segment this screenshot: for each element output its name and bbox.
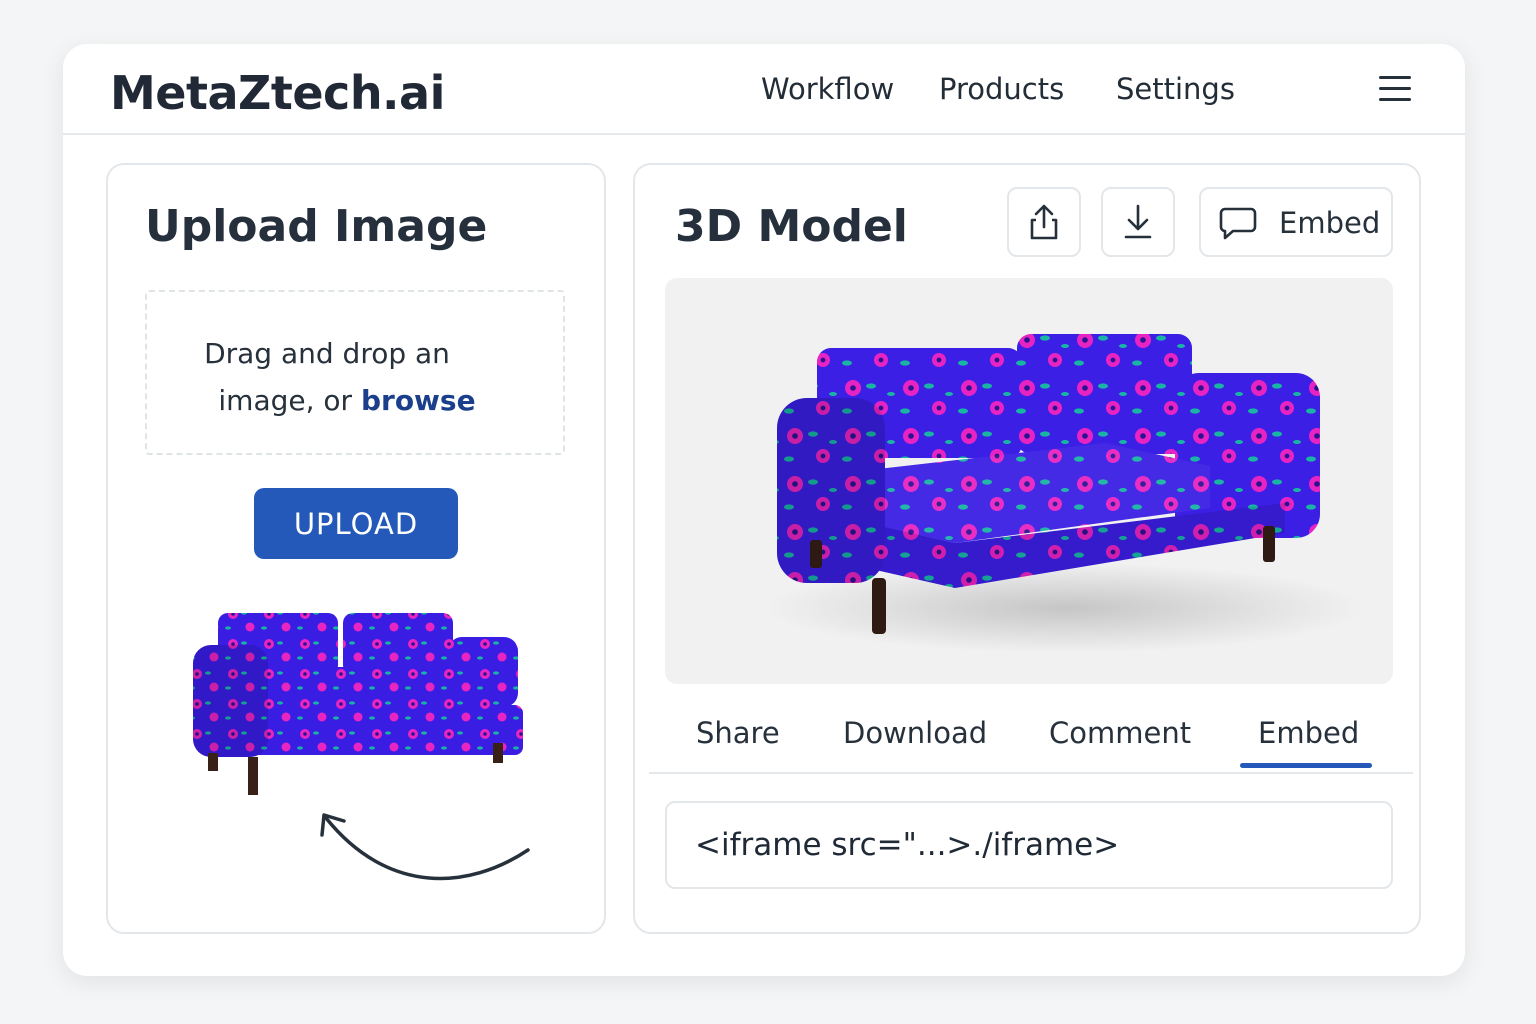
logo[interactable]: MetaZtech.ai [110, 66, 445, 120]
tab-share[interactable]: Share [696, 716, 780, 750]
embed-code-field[interactable]: <iframe src="...>./iframe> [665, 801, 1393, 889]
dropzone[interactable]: Drag and drop an image, or browse [145, 290, 565, 455]
share-icon [1030, 204, 1058, 240]
download-icon [1124, 204, 1152, 239]
upload-button[interactable]: UPLOAD [254, 488, 458, 559]
top-navbar: MetaZtech.ai Workflow Products Settings [63, 44, 1465, 135]
download-button[interactable] [1101, 187, 1175, 257]
embed-button[interactable]: Embed [1199, 187, 1393, 257]
tab-download[interactable]: Download [843, 716, 987, 750]
embed-code-text: <iframe src="...>./iframe> [695, 827, 1120, 863]
browse-link[interactable]: browse [361, 384, 476, 417]
active-tab-indicator [1240, 763, 1372, 768]
embed-button-label: Embed [1279, 206, 1381, 240]
tab-comment[interactable]: Comment [1049, 716, 1191, 750]
nav-workflow[interactable]: Workflow [761, 72, 894, 106]
dropzone-text-2: image, or browse [147, 377, 547, 424]
model-panel: 3D Model Embed Share Download Comment Em… [633, 163, 1421, 934]
action-tabs: Share Download Comment Embed [649, 710, 1413, 774]
sofa-thumbnail-image [193, 613, 523, 795]
upload-panel-title: Upload Image [145, 201, 488, 252]
dropzone-text: Drag and drop an [204, 337, 450, 370]
comment-icon [1219, 207, 1257, 240]
nav-settings[interactable]: Settings [1116, 72, 1235, 106]
nav-products[interactable]: Products [939, 72, 1064, 106]
hamburger-menu-icon[interactable] [1375, 74, 1415, 104]
dropzone-text-prefix: image, or [218, 384, 361, 417]
curved-arrow-icon [320, 813, 530, 881]
app-window: MetaZtech.ai Workflow Products Settings … [63, 44, 1465, 976]
sofa-3d-model-image [765, 334, 1365, 653]
model-viewer[interactable] [665, 278, 1393, 684]
upload-panel: Upload Image Drag and drop an image, or … [106, 163, 606, 934]
model-panel-title: 3D Model [675, 201, 908, 252]
tab-embed[interactable]: Embed [1258, 716, 1359, 750]
share-button[interactable] [1007, 187, 1081, 257]
